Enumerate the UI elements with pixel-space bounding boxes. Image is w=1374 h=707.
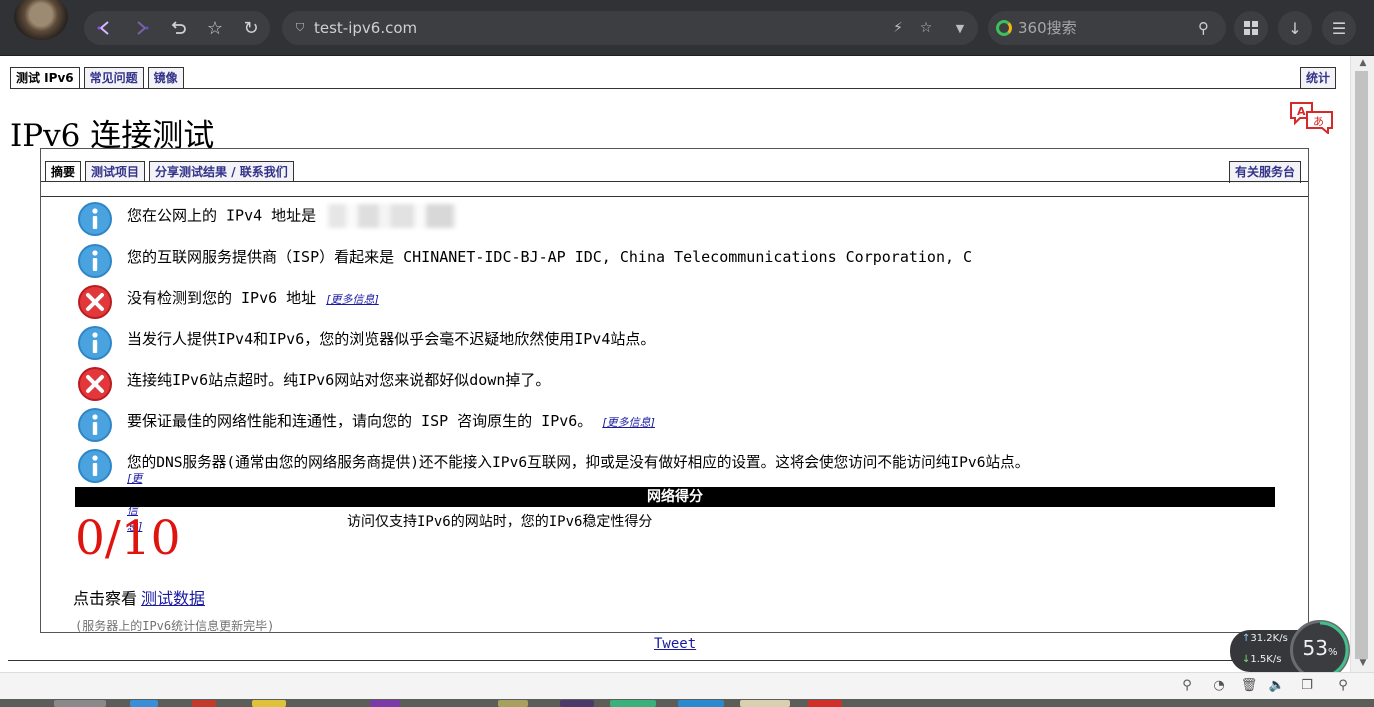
network-speed-widget[interactable]: ↑31.2K/s ↓1.5K/s 53%: [1230, 620, 1350, 680]
tab-share-results[interactable]: 分享测试结果 / 联系我们: [149, 161, 294, 182]
search-input[interactable]: [1018, 18, 1188, 38]
back-icon[interactable]: [88, 11, 122, 45]
taskbar-app-icon[interactable]: [560, 700, 594, 707]
lightning-icon[interactable]: ⚡: [884, 11, 912, 45]
tab-tests-run[interactable]: 测试项目: [85, 161, 146, 182]
info-icon: [78, 408, 112, 442]
info-icon: [78, 449, 112, 483]
menu-icon[interactable]: ☰: [1322, 11, 1356, 45]
download-speed: 1.5K/s: [1250, 654, 1282, 665]
page-viewport: 测试 IPv6 常见问题 镜像 统计 A あ IPv6 连接测试 摘要 测试项目…: [0, 56, 1350, 672]
ipv4-address-redacted: [318, 204, 467, 228]
taskbar-app-icon[interactable]: [54, 700, 106, 707]
tab-stats[interactable]: 统计: [1300, 67, 1337, 89]
pin-icon[interactable]: ⚲: [1178, 677, 1196, 695]
taskbar-app-icon[interactable]: [370, 700, 400, 707]
info-icon: [78, 244, 112, 278]
taskbar-app-icon[interactable]: [808, 700, 842, 707]
more-info-link[interactable]: [更多信息]: [326, 293, 379, 306]
window-icon[interactable]: ❐: [1298, 677, 1316, 695]
error-x-icon: [78, 367, 112, 401]
results-panel: 摘要 测试项目 分享测试结果 / 联系我们 有关服务台 您在公网上的 IPv4 …: [40, 148, 1309, 633]
trash-icon[interactable]: 🗑: [1240, 677, 1258, 695]
message-text: 您在公网上的 IPv4 地址是: [127, 206, 317, 225]
search-icon[interactable]: ⚲: [1198, 19, 1209, 37]
user-avatar[interactable]: [14, 0, 68, 40]
favorite-star-icon[interactable]: ☆: [198, 11, 232, 45]
taskbar-app-icon[interactable]: [252, 700, 286, 707]
message-text: 没有检测到您的 IPv6 地址: [127, 289, 317, 307]
taskbar-app-icon[interactable]: [192, 700, 216, 707]
360-search-logo-icon: [996, 20, 1012, 36]
tweet-link[interactable]: Tweet: [654, 636, 696, 652]
volume-icon[interactable]: 🔈: [1268, 677, 1286, 695]
info-icon: [78, 202, 112, 236]
scrollbar-thumb[interactable]: [1355, 71, 1368, 659]
zoom-icon[interactable]: ⚲: [1334, 677, 1352, 695]
view-test-data: 点击察看 测试数据: [73, 585, 205, 609]
ipv6-score: 0/10: [75, 511, 181, 566]
score-header: 网络得分: [75, 487, 1275, 507]
taskbar-app-icon[interactable]: [678, 700, 724, 707]
tab-test-ipv6[interactable]: 测试 IPv6: [10, 67, 80, 89]
site-security-icon[interactable]: ⛉: [286, 11, 314, 45]
grid-apps-icon[interactable]: [1234, 11, 1268, 45]
divider: [8, 660, 1342, 661]
message-text: 您的DNS服务器(通常由您的网络服务商提供)还不能接入IPv6互联网，抑或是没有…: [127, 454, 1030, 471]
divider: [10, 88, 1336, 89]
search-box[interactable]: ⚲: [988, 11, 1226, 45]
usage-percent: 53: [1302, 636, 1328, 660]
forward-icon[interactable]: [124, 11, 158, 45]
more-info-link[interactable]: [更多信息]: [602, 416, 655, 429]
message-text: 连接纯IPv6站点超时。纯IPv6网站对您来说都好似down掉了。: [127, 371, 551, 389]
divider: [41, 196, 1308, 197]
bookmark-star-icon[interactable]: ☆: [912, 11, 940, 45]
divider: [41, 181, 1308, 182]
scroll-down-icon[interactable]: ▼: [1351, 656, 1374, 670]
browser-toolbar: ☆ ↻ ⛉ test-ipv6.com ⚡ ☆ ▼ ⚲ ↓ ☰: [0, 0, 1374, 56]
error-x-icon: [78, 285, 112, 319]
taskbar-app-icon[interactable]: [498, 700, 528, 707]
message-text: 要保证最佳的网络性能和连通性，请向您的 ISP 咨询原生的 IPv6。: [127, 412, 593, 430]
address-url[interactable]: test-ipv6.com: [314, 19, 417, 37]
address-dropdown-icon[interactable]: ▼: [946, 11, 974, 45]
download-icon[interactable]: ↓: [1278, 11, 1312, 45]
address-bar[interactable]: ⛉ test-ipv6.com ⚡ ☆ ▼: [282, 11, 978, 45]
tab-faq[interactable]: 常见问题: [83, 67, 144, 89]
taskbar-app-icon[interactable]: [130, 700, 158, 707]
taskbar-app-icon[interactable]: [610, 700, 656, 707]
navigation-group: ☆ ↻: [84, 11, 270, 45]
browser-status-bar: ⚲ ◔ 🗑 🔈 ❐ ⚲: [0, 672, 1374, 699]
scroll-up-icon[interactable]: ▲: [1351, 56, 1374, 70]
tab-helpdesk[interactable]: 有关服务台: [1229, 161, 1302, 183]
taskbar-app-icon[interactable]: [740, 700, 790, 707]
upload-speed: 31.2K/s: [1250, 633, 1288, 644]
message-text: 当发行人提供IPv4和IPv6，您的浏览器似乎会毫不迟疑地欣然使用IPv4站点。: [127, 330, 656, 348]
os-taskbar: [0, 699, 1374, 707]
test-data-link[interactable]: 测试数据: [141, 589, 205, 608]
svg-text:あ: あ: [1313, 115, 1324, 128]
top-tab-bar: 测试 IPv6 常见问题 镜像: [10, 67, 184, 89]
speed-test-icon[interactable]: ◔: [1210, 677, 1228, 695]
tab-mirrors[interactable]: 镜像: [147, 67, 184, 89]
vertical-scrollbar[interactable]: ▲ ▼: [1350, 56, 1374, 672]
translate-icon[interactable]: A あ: [1288, 100, 1336, 134]
tab-summary[interactable]: 摘要: [45, 161, 82, 182]
stats-footnote: (服务器上的IPv6统计信息更新完毕): [75, 619, 275, 633]
undo-icon[interactable]: [162, 11, 196, 45]
inner-tab-bar: 摘要 测试项目 分享测试结果 / 联系我们: [45, 161, 294, 182]
svg-text:A: A: [1297, 105, 1306, 118]
score-description: 访问仅支持IPv6的网站时，您的IPv6稳定性得分: [347, 514, 653, 530]
message-text: 您的互联网服务提供商（ISP）看起来是 CHINANET-IDC-BJ-AP I…: [127, 248, 973, 266]
view-data-prefix: 点击察看: [73, 589, 138, 608]
usage-percent-unit: %: [1327, 647, 1338, 658]
reload-icon[interactable]: ↻: [234, 11, 268, 45]
info-icon: [78, 326, 112, 360]
